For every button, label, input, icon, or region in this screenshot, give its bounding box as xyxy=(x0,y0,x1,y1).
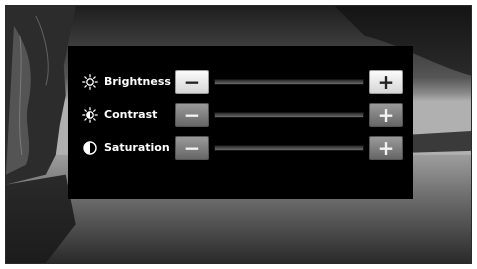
brightness-decrease-button[interactable]: − xyxy=(175,70,209,94)
plus-icon: + xyxy=(377,136,395,160)
brightness-control-row: Brightness − + xyxy=(68,70,413,94)
contrast-label: Contrast xyxy=(104,108,158,121)
plus-icon: + xyxy=(377,70,395,94)
contrast-decrease-button[interactable]: − xyxy=(175,103,209,127)
brightness-slider[interactable] xyxy=(214,79,364,85)
minus-icon: − xyxy=(183,103,201,127)
contrast-increase-button[interactable]: + xyxy=(369,103,403,127)
minus-icon: − xyxy=(183,136,201,160)
saturation-control-row: Saturation − + xyxy=(68,136,413,160)
brightness-increase-button[interactable]: + xyxy=(369,70,403,94)
saturation-decrease-button[interactable]: − xyxy=(175,136,209,160)
contrast-control-row: Contrast − + xyxy=(68,103,413,127)
saturation-slider[interactable] xyxy=(214,145,364,151)
image-adjustment-panel: Brightness − + Contrast − + Saturation −… xyxy=(68,46,413,199)
half-circle-icon xyxy=(82,140,98,156)
saturation-increase-button[interactable]: + xyxy=(369,136,403,160)
brightness-label: Brightness xyxy=(104,75,171,88)
image-frame: Brightness − + Contrast − + Saturation −… xyxy=(5,5,472,264)
contrast-sun-icon xyxy=(82,107,98,123)
minus-icon: − xyxy=(183,70,201,94)
plus-icon: + xyxy=(377,103,395,127)
saturation-label: Saturation xyxy=(104,141,170,154)
sun-icon xyxy=(82,74,98,90)
contrast-slider[interactable] xyxy=(214,112,364,118)
